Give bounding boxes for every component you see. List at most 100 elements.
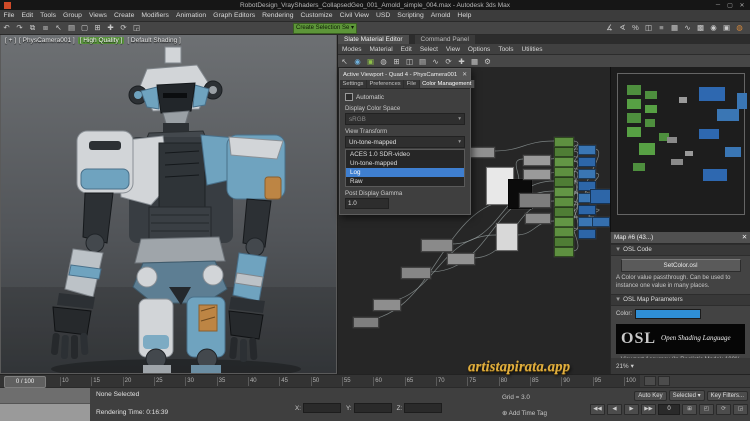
me-add-node-icon[interactable]: ✚ [455, 57, 468, 67]
color-swatch[interactable] [635, 308, 702, 319]
menu-customize[interactable]: Customize [297, 12, 336, 19]
unlink-selection-icon[interactable]: ⧈ [39, 23, 52, 33]
menu-arnold[interactable]: Arnold [427, 12, 454, 19]
me-menu-utilities[interactable]: Utilities [518, 46, 547, 53]
view-transform-option-raw[interactable]: Raw [346, 177, 464, 186]
tab-command-panel[interactable]: Command Panel [414, 35, 475, 44]
auto-key-button[interactable]: Auto Key [634, 390, 667, 401]
me-settings-icon[interactable]: ⚙ [481, 57, 494, 67]
layer-manager-icon[interactable]: ▦ [668, 23, 681, 33]
menu-graph-editors[interactable]: Graph Editors [210, 12, 259, 19]
dialog-tab-color-management[interactable]: Color Management [419, 80, 475, 88]
automatic-checkbox[interactable] [345, 93, 353, 101]
key-filters-button[interactable]: Key Filters... [706, 390, 748, 401]
coord-z-field[interactable] [404, 403, 443, 413]
schematic-view-icon[interactable]: ▩ [694, 23, 707, 33]
viewport-shading-label[interactable]: [ Default Shading ] [127, 37, 180, 44]
me-menu-material[interactable]: Material [366, 46, 397, 53]
dialog-tab-preferences[interactable]: Preferences [367, 80, 405, 88]
view-transform-option-aces-1-0-sdr-video[interactable]: ACES 1.0 SDR-video [346, 150, 464, 159]
select-and-link-icon[interactable]: ⧉ [26, 23, 39, 33]
named-selection-set-field[interactable]: Create Selection Se ▾ [293, 22, 357, 34]
current-frame-field[interactable]: 0 [658, 404, 680, 415]
display-color-space-dropdown[interactable]: sRGB ▾ [345, 113, 465, 125]
coord-y-field[interactable] [353, 403, 392, 413]
menu-tools[interactable]: Tools [37, 12, 60, 19]
graph-node[interactable] [578, 205, 596, 215]
mirror-icon[interactable]: ◫ [642, 23, 655, 33]
time-slider-handle[interactable]: 0 / 100 [4, 376, 46, 388]
me-menu-options[interactable]: Options [464, 46, 494, 53]
graph-node[interactable] [523, 169, 551, 180]
snaps-toggle-icon[interactable]: ∡ [603, 23, 616, 33]
graph-node[interactable] [554, 207, 574, 217]
graph-node[interactable] [554, 247, 574, 257]
mini-listener-script-row[interactable] [0, 404, 90, 421]
graph-node[interactable] [421, 239, 453, 252]
graph-node[interactable] [519, 193, 551, 208]
rollout-osl-code[interactable]: ▼ OSL Code [611, 244, 750, 256]
add-time-tag[interactable]: ⊕ Add Time Tag [502, 410, 547, 417]
percent-snap-icon[interactable]: % [629, 23, 642, 33]
tab-slate-material-editor[interactable]: Slate Material Editor [338, 35, 409, 44]
transport-button[interactable]: ▶▶ [641, 404, 656, 415]
select-by-name-icon[interactable]: ▤ [65, 23, 78, 33]
graph-node[interactable] [578, 145, 596, 155]
timeline-option-button[interactable] [644, 376, 656, 386]
timeline-option-button[interactable] [658, 376, 670, 386]
osl-file-button[interactable]: SetColor.osl [620, 259, 741, 272]
undo-icon[interactable]: ↶ [0, 23, 13, 33]
window-control-button[interactable]: ─ [713, 2, 723, 9]
graph-node[interactable] [554, 237, 574, 247]
window-crossing-icon[interactable]: ⊞ [91, 23, 104, 33]
viewport-nav-button[interactable]: ⊞ [682, 404, 697, 415]
graph-node[interactable] [554, 157, 574, 167]
transport-button[interactable]: ◀ [607, 404, 622, 415]
graph-node[interactable] [578, 157, 596, 167]
close-icon[interactable]: ✕ [742, 234, 747, 241]
viewport-pov-label[interactable]: [ PhysCamera001 ] [19, 37, 75, 44]
maxscript-mini-listener[interactable] [0, 388, 90, 421]
curve-editor-icon[interactable]: ∿ [681, 23, 694, 33]
material-editor-icon[interactable]: ◉ [707, 23, 720, 33]
transport-button[interactable]: ◀◀ [590, 404, 605, 415]
selected-dropdown[interactable]: Selected ▾ [668, 390, 705, 401]
redo-icon[interactable]: ↷ [13, 23, 26, 33]
mini-listener-macro-row[interactable] [0, 388, 90, 404]
post-display-gamma-field[interactable]: 1.0 [345, 198, 389, 209]
graph-node[interactable] [373, 299, 401, 311]
graph-node[interactable] [554, 227, 574, 237]
graph-node[interactable] [353, 317, 379, 328]
dialog-tab-settings[interactable]: Settings [340, 80, 367, 88]
graph-node[interactable] [447, 253, 475, 265]
graph-node[interactable] [401, 267, 431, 279]
me-refresh-icon[interactable]: ⟳ [442, 57, 455, 67]
viewport-general-menu[interactable]: [ + ] [5, 37, 16, 44]
viewport-quality-label[interactable]: [ High Quality ] [77, 37, 125, 44]
graph-node[interactable] [496, 223, 518, 251]
transport-button[interactable]: ▶ [624, 404, 639, 415]
window-close-button[interactable]: ✕ [737, 2, 747, 9]
menu-edit[interactable]: Edit [18, 12, 37, 19]
close-icon[interactable]: ✕ [460, 72, 467, 78]
menu-usd[interactable]: USD [372, 12, 393, 19]
graph-node[interactable] [554, 147, 574, 157]
window-control-button[interactable]: ▢ [725, 2, 735, 9]
view-transform-dropdown[interactable]: Un-tone-mapped ▾ [345, 136, 465, 148]
me-select-icon[interactable]: ↖ [338, 57, 351, 67]
me-menu-edit[interactable]: Edit [397, 46, 416, 53]
me-layout-children-icon[interactable]: ◫ [403, 57, 416, 67]
graph-node[interactable] [554, 197, 574, 207]
dialog-titlebar[interactable]: Active Viewport - Quad 4 - PhysCamera001… [340, 69, 470, 80]
viewport-nav-button[interactable]: ◰ [699, 404, 714, 415]
graph-node[interactable] [469, 147, 495, 158]
me-grid-icon[interactable]: ▦ [468, 57, 481, 67]
coord-x-field[interactable] [302, 403, 341, 413]
view-transform-option-log[interactable]: Log [346, 168, 464, 177]
menu-create[interactable]: Create [110, 12, 137, 19]
menu-file[interactable]: File [0, 12, 18, 19]
graph-node[interactable] [525, 213, 551, 224]
me-layout-all-icon[interactable]: ⊞ [390, 57, 403, 67]
me-show-end-result-icon[interactable]: ◍ [377, 57, 390, 67]
me-curve-icon[interactable]: ∿ [429, 57, 442, 67]
